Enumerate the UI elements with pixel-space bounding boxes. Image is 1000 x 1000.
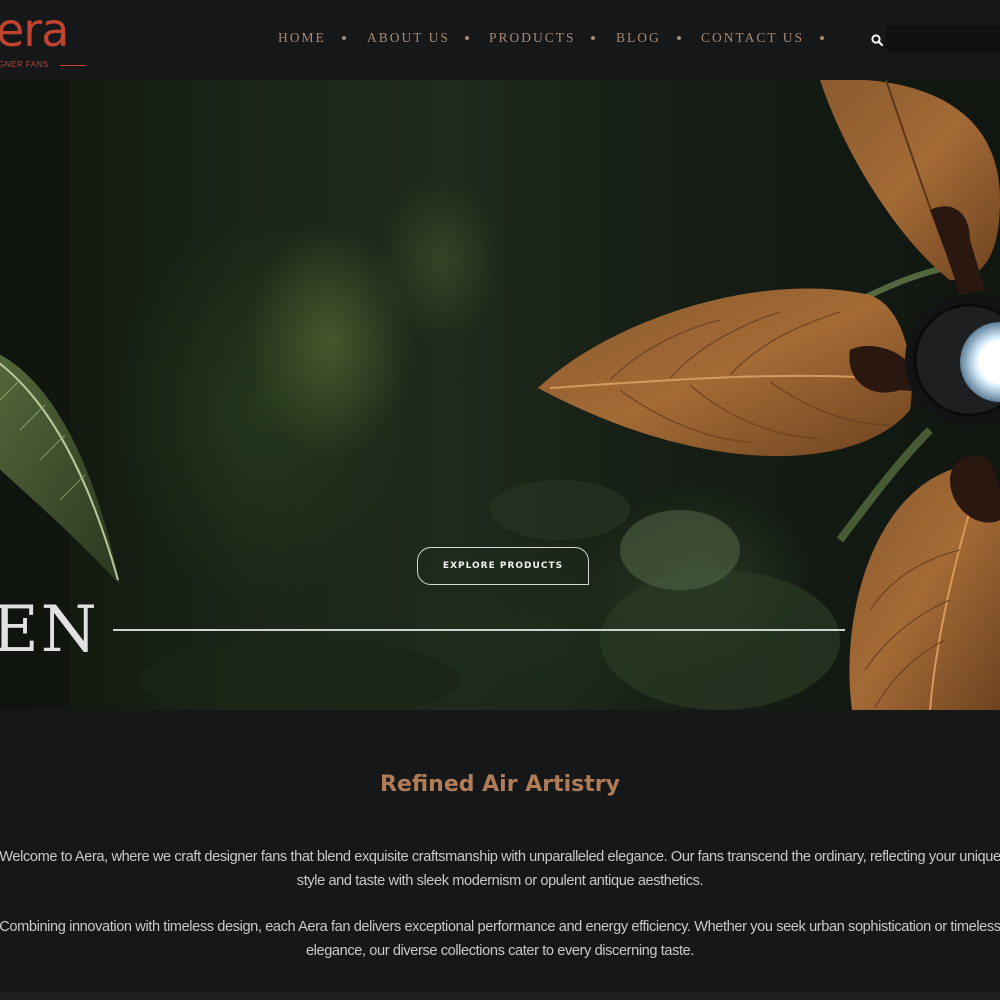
explore-products-button[interactable]: EXPLORE PRODUCTS: [417, 547, 589, 585]
nav-separator-dot: [820, 36, 824, 40]
nav-item-contact-us[interactable]: CONTACT US: [701, 28, 804, 48]
nav-item-home[interactable]: HOME: [278, 28, 326, 48]
brand-tagline: GNER FANS: [0, 60, 49, 69]
search-icon[interactable]: [870, 33, 884, 47]
nav-separator-dot: [342, 36, 346, 40]
nav-item-blog[interactable]: BLOG: [616, 28, 661, 48]
hero-divider-line: [113, 629, 845, 631]
nav-separator-dot: [465, 36, 469, 40]
brand-tagline-rule: [60, 65, 86, 66]
section-divider-strip: [0, 992, 1000, 1000]
leaf-blade-ceiling-fan-image: [538, 80, 1000, 710]
nav-item-products[interactable]: PRODUCTS: [489, 28, 576, 48]
intro-paragraph-welcome: Welcome to Aera, where we craft designer…: [0, 849, 1000, 889]
intro-paragraph-innovation: Combining innovation with timeless desig…: [0, 919, 1000, 959]
nav-item-about-us[interactable]: ABOUT US: [367, 28, 450, 48]
nav-separator-dot: [677, 36, 681, 40]
hero-banner: EXPLORE PRODUCTS EN: [0, 80, 1000, 710]
brand-logo[interactable]: era: [0, 4, 69, 56]
site-header: era GNER FANS HOME ABOUT US PRODUCTS BLO…: [0, 0, 1000, 80]
nav-separator-dot: [591, 36, 595, 40]
hero-title: EN: [0, 593, 99, 667]
search-input[interactable]: [886, 25, 1000, 53]
intro-heading: Refined Air Artistry: [380, 772, 620, 797]
